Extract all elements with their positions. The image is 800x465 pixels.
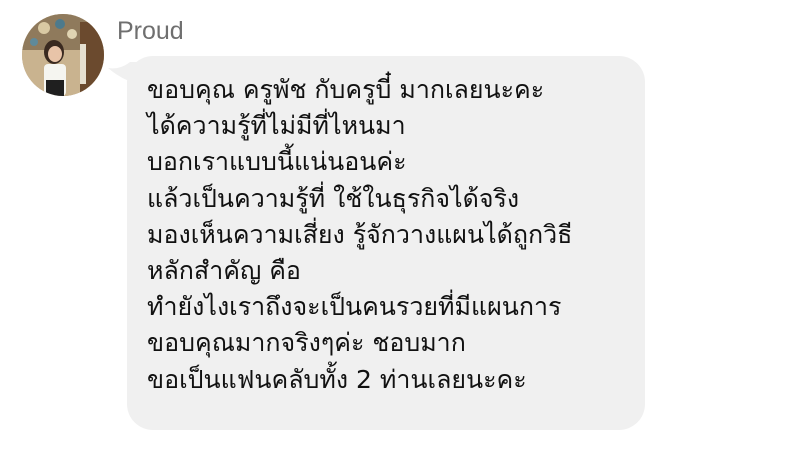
message-line: มองเห็นความเสี่ยง รู้จักวางแผนได้ถูกวิธี [147,219,573,249]
message-line: ขอบคุณ ครูพัช กับครูบี๋ มากเลยนะคะ [147,75,545,104]
message-line: ขอบคุณมากจริงๆค่ะ ชอบมาก [147,328,466,358]
sender-avatar[interactable] [22,14,104,96]
message-line: บอกเราแบบนี้แน่นอนค่ะ [147,147,407,177]
sender-name: Proud [117,17,184,45]
message-text: ขอบคุณ ครูพัช กับครูบี๋ มากเลยนะคะ ได้คว… [147,72,639,398]
chat-message-group: Proud ขอบคุณ ครูพัช กับครูบี๋ มากเลยนะคะ… [0,0,800,465]
message-line: ได้ความรู้ที่ไม่มีที่ไหนมา [147,111,406,141]
message-line: ขอเป็นแฟนคลับทั้ง 2 ท่านเลยนะคะ [147,364,527,394]
message-line: ทำยังไงเราถึงจะเป็นคนรวยที่มีแผนการ [147,292,562,322]
avatar-photo [22,14,104,96]
message-line: หลักสำคัญ คือ [147,256,301,286]
message-line: แล้วเป็นความรู้ที่ ใช้ในธุรกิจได้จริง [147,183,520,213]
